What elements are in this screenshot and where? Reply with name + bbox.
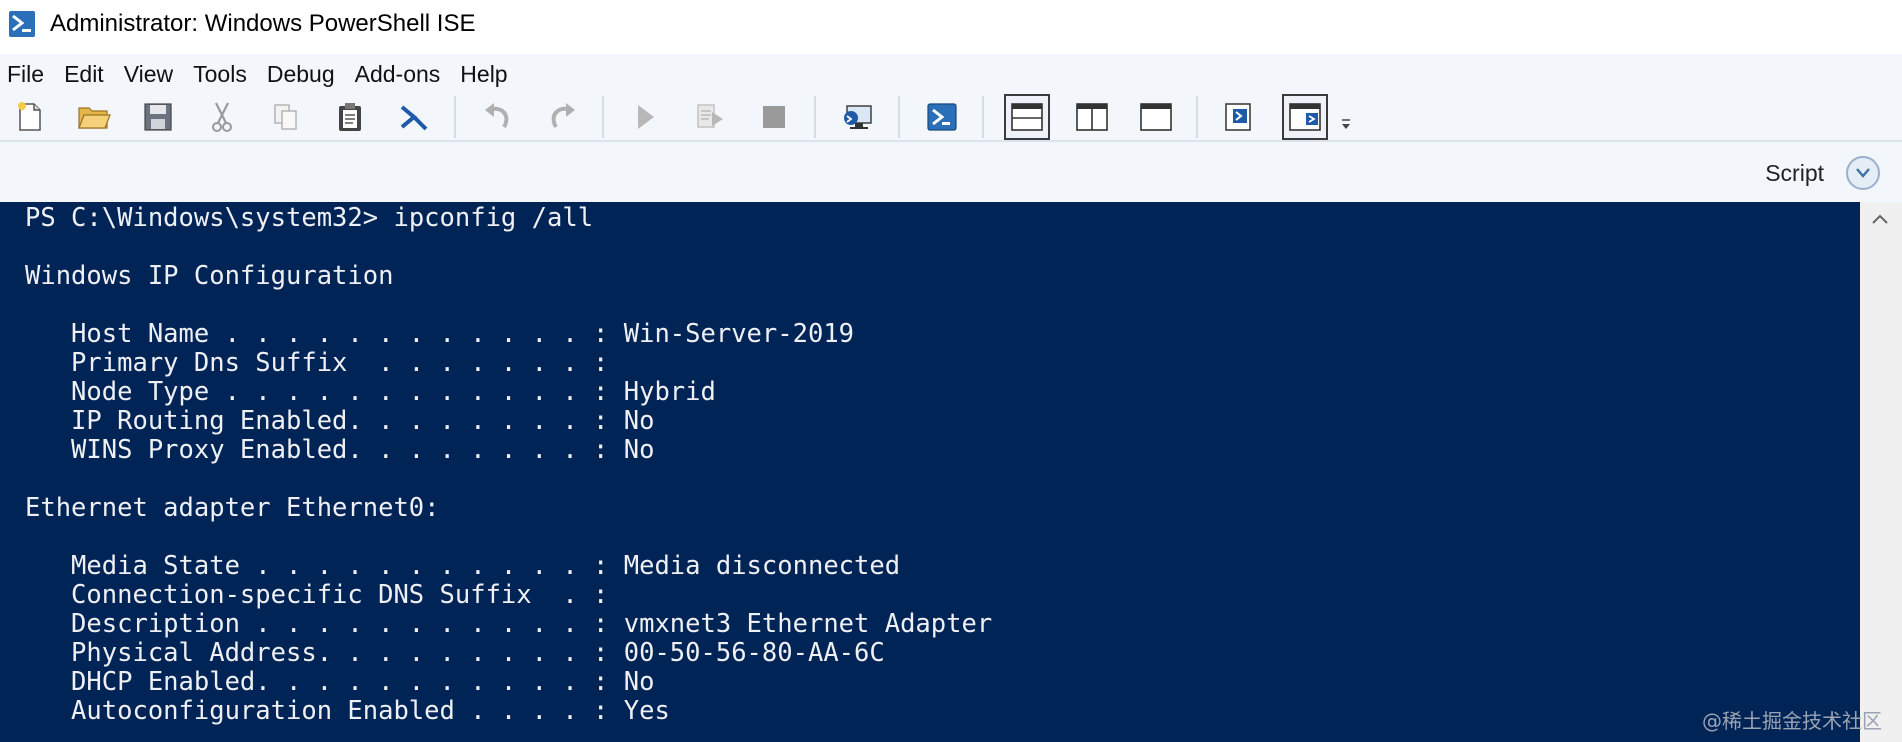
show-script-pane-top-button[interactable] — [1004, 94, 1050, 140]
menu-view[interactable]: View — [117, 61, 186, 88]
console-line: Primary Dns Suffix . . . . . . . : — [25, 348, 609, 378]
console-line: Connection-specific DNS Suffix . : — [25, 580, 609, 610]
redo-button[interactable] — [540, 95, 584, 139]
redo-icon — [551, 103, 575, 129]
undo-icon — [485, 103, 509, 129]
console-line: IP Routing Enabled. . . . . . . . : No — [25, 406, 655, 436]
layout-max-icon — [1140, 103, 1172, 131]
run-script-icon — [638, 105, 654, 129]
menu-bar: File Edit View Tools Debug Add-ons Help — [0, 54, 1902, 94]
new-remote-powershell-tab-button[interactable] — [836, 95, 880, 139]
copy-icon — [274, 104, 297, 130]
show-script-pane-icon — [1225, 103, 1251, 131]
layout-top-icon — [1011, 103, 1043, 131]
chevron-up-icon — [1872, 214, 1888, 224]
powershell-console-icon — [927, 103, 957, 131]
console-line: Description . . . . . . . . . . . : vmxn… — [25, 609, 993, 639]
show-command-addon-button[interactable] — [1282, 94, 1328, 140]
powershell-ise-icon — [9, 11, 35, 37]
open-folder-icon — [78, 107, 111, 129]
toolbar-separator — [454, 96, 456, 138]
toolbar-overflow-button[interactable] — [1340, 117, 1352, 136]
toolbar — [0, 94, 1902, 140]
script-pane-bar: Script — [0, 140, 1902, 202]
console-scrollbar[interactable] — [1860, 202, 1902, 742]
console-line: Ethernet adapter Ethernet0: — [25, 493, 440, 523]
console-pane[interactable]: PS C:\Windows\system32> ipconfig /all Wi… — [0, 202, 1860, 742]
save-button[interactable] — [136, 95, 180, 139]
window-title: Administrator: Windows PowerShell ISE — [50, 10, 476, 37]
menu-edit[interactable]: Edit — [57, 61, 117, 88]
menu-add-ons[interactable]: Add-ons — [348, 61, 454, 88]
paste-icon — [339, 103, 361, 131]
paste-button[interactable] — [328, 95, 372, 139]
show-script-pane-maximized-button[interactable] — [1134, 95, 1178, 139]
console-output: PS C:\Windows\system32> ipconfig /all Wi… — [25, 204, 992, 726]
show-script-pane-right-button[interactable] — [1070, 95, 1114, 139]
cut-button[interactable] — [200, 95, 244, 139]
toolbar-separator — [982, 96, 984, 138]
console-line: Node Type . . . . . . . . . . . . : Hybr… — [25, 377, 716, 407]
console-line: WINS Proxy Enabled. . . . . . . . : No — [25, 435, 655, 465]
show-command-window-button[interactable] — [1218, 95, 1262, 139]
save-icon — [144, 103, 172, 131]
run-selection-icon — [697, 104, 723, 128]
chevron-down-icon — [1856, 168, 1870, 178]
run-script-button[interactable] — [624, 95, 668, 139]
console-command: ipconfig /all — [393, 203, 594, 233]
clear-console-icon — [400, 105, 428, 131]
console-line: Physical Address. . . . . . . . . : 00-5… — [25, 638, 885, 668]
toolbar-separator — [898, 96, 900, 138]
show-script-pane-toggle[interactable] — [1846, 156, 1880, 190]
remote-powershell-icon — [844, 105, 872, 129]
toolbar-separator — [1196, 96, 1198, 138]
title-bar: Administrator: Windows PowerShell ISE — [0, 0, 1902, 48]
scroll-up-button[interactable] — [1870, 212, 1890, 231]
toolbar-separator — [814, 96, 816, 138]
toolbar-separator — [602, 96, 604, 138]
layout-right-icon — [1076, 103, 1108, 131]
console-line: DHCP Enabled. . . . . . . . . . . : No — [25, 667, 655, 697]
console-line: Windows IP Configuration — [25, 261, 394, 291]
watermark: @稀土掘金技术社区 — [1702, 709, 1882, 733]
new-file-button[interactable] — [8, 95, 52, 139]
show-command-addon-icon — [1289, 103, 1321, 131]
cut-icon — [212, 102, 232, 132]
menu-tools[interactable]: Tools — [186, 61, 260, 88]
clear-console-button[interactable] — [392, 95, 436, 139]
menu-debug[interactable]: Debug — [260, 61, 348, 88]
console-prompt: PS C:\Windows\system32> — [25, 203, 394, 233]
console-line: Autoconfiguration Enabled . . . . : Yes — [25, 696, 670, 726]
undo-button[interactable] — [476, 95, 520, 139]
chevron-down-icon — [1342, 118, 1350, 129]
copy-button[interactable] — [264, 95, 308, 139]
run-selection-button[interactable] — [688, 95, 732, 139]
open-button[interactable] — [72, 95, 116, 139]
menu-file[interactable]: File — [0, 61, 57, 88]
console-line: Host Name . . . . . . . . . . . . : Win-… — [25, 319, 855, 349]
stop-icon — [763, 106, 785, 128]
new-file-icon — [18, 102, 41, 131]
menu-help[interactable]: Help — [453, 61, 520, 88]
script-pane-label: Script — [1765, 160, 1824, 186]
start-powershell-button[interactable] — [920, 95, 964, 139]
stop-button[interactable] — [752, 95, 796, 139]
console-line: Media State . . . . . . . . . . . : Medi… — [25, 551, 901, 581]
